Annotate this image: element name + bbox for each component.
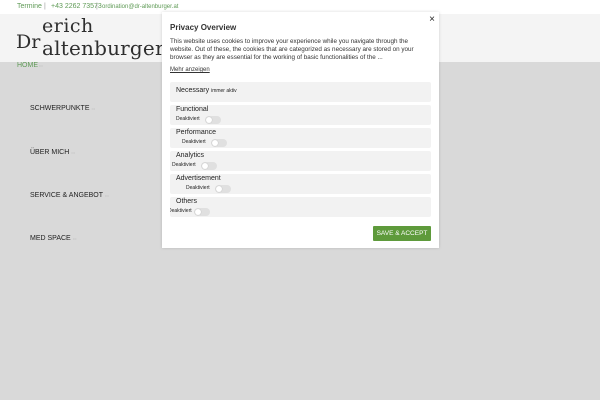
nav-expand-icon: ▭: [72, 236, 77, 241]
separator: |: [44, 3, 46, 10]
nav-item-label: HOME: [17, 62, 38, 69]
nav-item-med-space[interactable]: MED SPACE ▭: [30, 235, 77, 242]
toggle-knob: [206, 117, 212, 123]
toggle-state-label: Deaktiviert: [186, 185, 210, 191]
cookie-category-others[interactable]: Others Deaktiviert: [170, 197, 431, 217]
show-more-link[interactable]: Mehr anzeigen: [170, 67, 210, 73]
category-label: Necessary immer aktiv: [176, 87, 237, 94]
category-name: Others: [176, 198, 198, 205]
save-accept-button[interactable]: SAVE & ACCEPT: [373, 226, 431, 241]
termine-link[interactable]: Termine: [17, 3, 42, 10]
toggle-knob: [216, 186, 222, 192]
email-link[interactable]: ordination@dr-altenburger.at: [102, 4, 178, 10]
category-name: Performance: [176, 129, 217, 136]
phone-link[interactable]: +43 2262 73573: [51, 3, 102, 10]
cookie-category-analytics[interactable]: Analytics Deaktiviert: [170, 151, 431, 171]
advertisement-toggle[interactable]: [215, 185, 231, 193]
nav-expand-icon: ▭: [91, 106, 96, 111]
nav-item-ueber-mich[interactable]: ÜBER MICH ▭: [30, 149, 75, 156]
nav-item-label: ÜBER MICH: [30, 149, 70, 156]
others-toggle[interactable]: [194, 208, 210, 216]
modal-description: This website uses cookies to improve you…: [170, 38, 414, 61]
cookie-category-functional[interactable]: Functional Deaktiviert: [170, 105, 431, 125]
nav-item-home[interactable]: HOME▭: [17, 62, 43, 69]
close-icon[interactable]: ×: [427, 15, 437, 25]
category-name: Necessary: [176, 87, 210, 94]
toggle-state-label: Deaktiviert: [170, 208, 192, 214]
nav-expand-icon: ▭: [105, 193, 109, 198]
performance-toggle[interactable]: [211, 139, 227, 147]
category-name: Advertisement: [176, 175, 221, 182]
toggle-knob: [202, 163, 208, 169]
toggle-knob: [212, 140, 218, 146]
separator: |: [96, 3, 98, 10]
nav-item-service-angebot[interactable]: SERVICE & ANGEBOT ▭: [30, 192, 109, 199]
privacy-modal: Privacy Overview × This website uses coo…: [162, 12, 439, 248]
toggle-knob: [195, 209, 201, 215]
logo-first-name: erich: [42, 15, 94, 37]
nav-item-label: MED SPACE: [30, 235, 71, 242]
logo-prefix: Dr: [16, 31, 41, 53]
cookie-category-performance[interactable]: Performance Deaktiviert: [170, 128, 431, 148]
nav-item-label: SCHWERPUNKTE: [30, 105, 90, 112]
modal-title: Privacy Overview: [170, 23, 237, 32]
cookie-category-necessary[interactable]: Necessary immer aktiv: [170, 82, 431, 102]
category-name: Functional: [176, 106, 209, 113]
nav-item-label: SERVICE & ANGEBOT: [30, 192, 104, 199]
cookie-category-advertisement[interactable]: Advertisement Deaktiviert: [170, 174, 431, 194]
analytics-toggle[interactable]: [201, 162, 217, 170]
nav-item-schwerpunkte[interactable]: SCHWERPUNKTE ▭: [30, 105, 95, 112]
toggle-state-label: Deaktiviert: [176, 116, 200, 122]
toggle-state-label: Deaktiviert: [172, 162, 196, 168]
site-logo[interactable]: Dr erich altenburger: [14, 15, 165, 60]
category-name: Analytics: [176, 152, 205, 159]
always-active-note: immer aktiv: [211, 88, 237, 94]
nav-expand-icon: ▭: [71, 150, 76, 155]
toggle-state-label: Deaktiviert: [182, 139, 206, 145]
functional-toggle[interactable]: [205, 116, 221, 124]
nav-expand-icon: ▭: [39, 63, 43, 68]
logo-last-name: altenburger: [42, 36, 165, 60]
